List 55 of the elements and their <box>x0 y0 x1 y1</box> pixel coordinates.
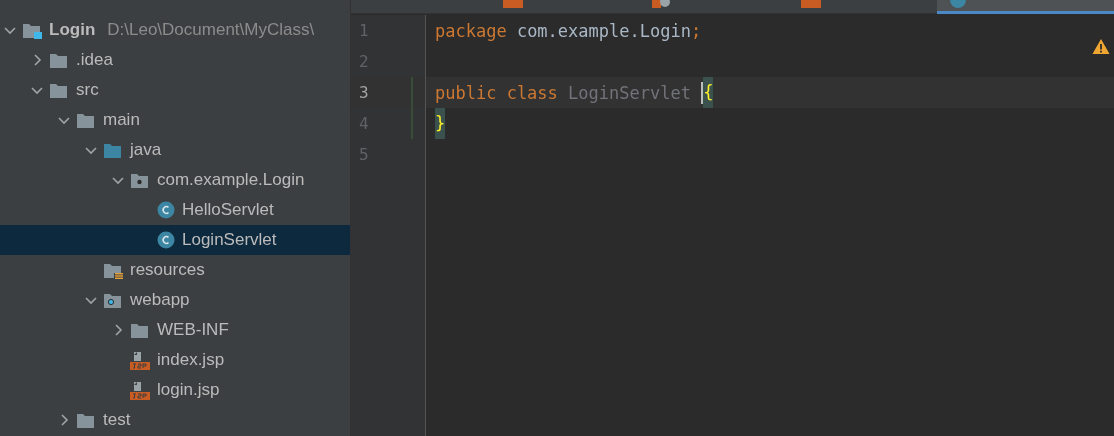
item-label: webapp <box>130 290 190 310</box>
folder-icon <box>130 321 150 339</box>
folder-icon <box>49 81 69 99</box>
item-label: src <box>76 80 99 100</box>
jsp-file-icon <box>130 350 150 370</box>
folder-icon <box>103 141 123 159</box>
item-label: index.jsp <box>157 350 225 370</box>
folder-icon <box>76 411 96 429</box>
jsp-file-icon <box>130 380 150 400</box>
tree-item[interactable]: WEB-INF <box>0 315 350 345</box>
item-label: com.example.Login <box>157 170 305 190</box>
tree-item[interactable]: index.jsp <box>0 345 350 375</box>
tree-item[interactable]: main <box>0 105 350 135</box>
item-label: .idea <box>76 50 113 70</box>
item-label: login.jsp <box>157 380 220 400</box>
item-label: resources <box>130 260 205 280</box>
code-text: } <box>435 108 446 139</box>
tree-item[interactable]: resources <box>0 255 350 285</box>
code-text: LoginServlet <box>567 82 692 103</box>
item-label: test <box>103 410 131 430</box>
tree-item[interactable]: webapp <box>0 285 350 315</box>
folder-icon <box>76 111 96 129</box>
tree-item[interactable]: HelloServlet <box>0 195 350 225</box>
tree-item[interactable]: java <box>0 135 350 165</box>
class-icon <box>157 201 175 219</box>
web-folder-icon <box>103 291 123 309</box>
module-folder-icon <box>22 21 42 39</box>
folder-icon <box>49 51 69 69</box>
tree-item[interactable]: LoginServlet <box>0 225 350 255</box>
item-label: main <box>103 110 140 130</box>
item-label: Login <box>49 20 96 40</box>
item-label: LoginServlet <box>182 230 277 250</box>
code-text: package <box>435 20 507 41</box>
item-label: java <box>130 140 162 160</box>
tree-item[interactable]: login.jsp <box>0 375 350 405</box>
tree-item[interactable]: Login D:\Leo\Document\MyClass\ <box>0 15 350 45</box>
code-text: com.example.Login <box>515 20 691 41</box>
code-text: ; <box>690 20 702 41</box>
class-icon <box>157 231 175 249</box>
jsp-file-icon <box>800 0 821 8</box>
class-icon <box>949 0 968 8</box>
package-folder-icon <box>130 171 150 189</box>
item-label: WEB-INF <box>157 320 229 340</box>
resources-folder-icon <box>103 261 123 279</box>
project-path: D:\Leo\Document\MyClass\ <box>107 20 315 40</box>
web-file-icon <box>651 0 670 8</box>
item-label: HelloServlet <box>182 200 274 220</box>
tree-item[interactable]: com.example.Login <box>0 165 350 195</box>
code-text: public class <box>435 82 558 103</box>
code-text: { <box>703 77 714 108</box>
tree-item[interactable]: src <box>0 75 350 105</box>
tree-item[interactable]: .idea <box>0 45 350 75</box>
line-number: 3 <box>359 83 370 102</box>
tree-item[interactable]: test <box>0 405 350 435</box>
jsp-file-icon <box>503 0 523 8</box>
